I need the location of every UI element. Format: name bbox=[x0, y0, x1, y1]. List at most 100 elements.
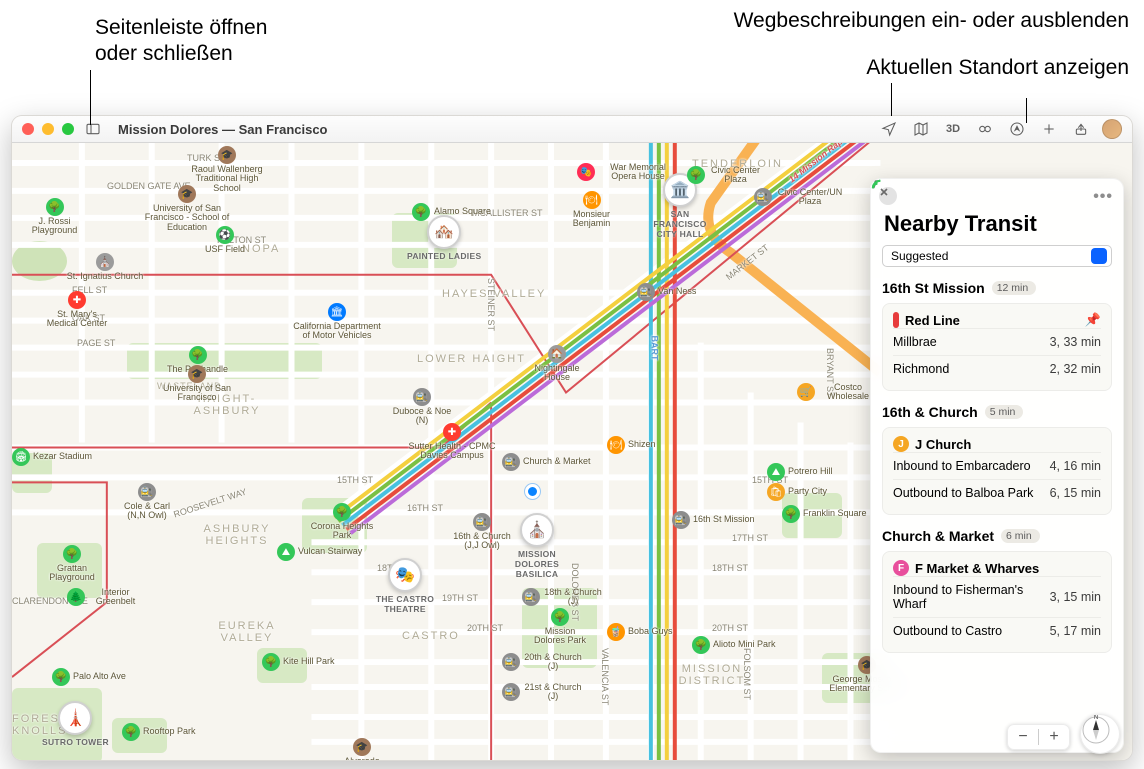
poi-vulcan[interactable]: ⛰Vulcan Stairway bbox=[277, 543, 362, 561]
sort-selector[interactable]: Suggested bbox=[882, 245, 1112, 267]
poi-opera[interactable]: 🎭War Memorial Opera House bbox=[577, 163, 678, 182]
close-window-button[interactable] bbox=[22, 123, 34, 135]
map-mode-button[interactable] bbox=[910, 119, 932, 139]
line-f[interactable]: FF Market & Wharves Inbound to Fisherman… bbox=[882, 551, 1112, 653]
directions-button[interactable] bbox=[1006, 119, 1028, 139]
poi-grattan[interactable]: 🌳Grattan Playground bbox=[42, 545, 102, 583]
poi-cpmc[interactable]: ✚Sutter Health - CPMC Davies Campus bbox=[407, 423, 497, 461]
j-badge: J bbox=[893, 436, 909, 452]
poi-potrero[interactable]: ⛰Potrero Hill bbox=[767, 463, 833, 481]
look-around-button[interactable] bbox=[974, 119, 996, 139]
minimize-window-button[interactable] bbox=[42, 123, 54, 135]
poi-civic-plaza[interactable]: 🌳Civic Center Plaza bbox=[687, 166, 763, 185]
st-valencia: VALENCIA ST bbox=[600, 648, 610, 705]
red-line-badge bbox=[893, 312, 899, 328]
poi-nightingale[interactable]: 🏠Nightingale House bbox=[527, 345, 587, 383]
poi-alioto[interactable]: 🌳Alioto Mini Park bbox=[692, 636, 776, 654]
dest-row[interactable]: Richmond2, 32 min bbox=[893, 355, 1101, 382]
current-location-dot bbox=[525, 484, 540, 499]
poi-dolores-park[interactable]: 🌳Mission Dolores Park bbox=[530, 608, 590, 646]
station-church-market: Church & Market 6 min FF Market & Wharve… bbox=[882, 528, 1112, 653]
sort-selector-label: Suggested bbox=[891, 249, 948, 263]
poi-kezar[interactable]: 🏟Kezar Stadium bbox=[12, 448, 92, 466]
zoom-out-button[interactable]: − bbox=[1008, 724, 1038, 750]
nearby-transit-card: ••• Nearby Transit Suggested 16th St Mis… bbox=[870, 178, 1124, 753]
poi-paloalto[interactable]: 🌳Palo Alto Ave bbox=[52, 668, 126, 686]
current-location-button[interactable] bbox=[878, 119, 900, 139]
poi-franklin[interactable]: 🌳Franklin Square bbox=[782, 505, 867, 523]
poi-usf-field[interactable]: ⚽USF Field bbox=[205, 226, 245, 254]
poi-party[interactable]: 🛍Party City bbox=[767, 483, 827, 501]
poi-stmarys[interactable]: ✚St. Mary's Medical Center bbox=[42, 291, 112, 329]
line-red[interactable]: Red Line 📌 Millbrae3, 33 min Richmond2, 3… bbox=[882, 303, 1112, 391]
st-15: 16TH ST bbox=[407, 503, 443, 513]
callout-sidebar: Seitenleiste öffnen oder schließen bbox=[95, 15, 315, 68]
poi-usf[interactable]: 🎓University of San Francisco bbox=[157, 365, 237, 403]
dest-row[interactable]: Inbound to Embarcadero4, 16 min bbox=[893, 452, 1101, 479]
st-16: 17TH ST bbox=[732, 533, 768, 543]
poi-corona[interactable]: 🌳Corona Heights Park bbox=[307, 503, 377, 541]
poi-16church[interactable]: 🚉16th & Church (J,J Owl) bbox=[447, 513, 517, 551]
st-19: 20TH ST bbox=[467, 623, 503, 633]
dest-row[interactable]: Inbound to Fisherman's Wharf3, 15 min bbox=[893, 576, 1101, 617]
poi-church-market[interactable]: 🚉Church & Market bbox=[502, 453, 591, 471]
area-castro: CASTRO bbox=[402, 630, 460, 642]
line-j[interactable]: JJ Church Inbound to Embarcadero4, 16 mi… bbox=[882, 427, 1112, 515]
poi-18church[interactable]: 🚉18th & Church (J) bbox=[522, 588, 603, 607]
poi-vanness[interactable]: 🚉Van Ness bbox=[637, 283, 696, 301]
3d-button[interactable]: 3D bbox=[942, 119, 964, 139]
poi-kitehill[interactable]: 🌳Kite Hill Park bbox=[262, 653, 335, 671]
poi-civic-un[interactable]: 🚉Civic Center/UN Plaza bbox=[754, 188, 845, 207]
share-button[interactable] bbox=[1070, 119, 1092, 139]
st-page: PAGE ST bbox=[77, 338, 115, 348]
poi-painted-ladies[interactable]: 🏘️PAINTED LADIES bbox=[407, 215, 481, 261]
f-badge: F bbox=[893, 560, 909, 576]
poi-duboce-noe[interactable]: 🚉Duboce & Noe (N) bbox=[387, 388, 457, 426]
st-folsom: FOLSOM ST bbox=[742, 648, 752, 700]
pin-icon[interactable]: 📌 bbox=[1085, 312, 1101, 328]
add-button[interactable] bbox=[1038, 119, 1060, 139]
poi-boba[interactable]: 🧋Boba Guys bbox=[607, 623, 673, 641]
poi-dmv[interactable]: 🏛California Department of Motor Vehicles bbox=[292, 303, 382, 341]
poi-rossi[interactable]: 🌳J. Rossi Playground bbox=[27, 198, 82, 236]
poi-20church[interactable]: 🚉20th & Church (J) bbox=[502, 653, 583, 672]
st-18: 19TH ST bbox=[442, 593, 478, 603]
poi-colecarl[interactable]: 🚉Cole & Carl (N,N Owl) bbox=[117, 483, 177, 521]
card-menu-button[interactable]: ••• bbox=[1093, 188, 1113, 206]
account-avatar[interactable] bbox=[1102, 119, 1122, 139]
area-mission: MISSION DISTRICT bbox=[672, 663, 752, 687]
poi-shizen[interactable]: 🍽Shizen bbox=[607, 436, 656, 454]
callout-location-text: Aktuellen Standort anzeigen bbox=[866, 56, 1129, 79]
poi-costco[interactable]: 🛒Costco Wholesale bbox=[797, 383, 878, 402]
dest-row[interactable]: Outbound to Castro5, 17 min bbox=[893, 617, 1101, 644]
poi-16mission[interactable]: 🚉16th St Mission bbox=[672, 511, 755, 529]
st-17b: 18TH ST bbox=[712, 563, 748, 573]
compass-button[interactable]: N bbox=[1080, 714, 1120, 754]
card-title: Nearby Transit bbox=[884, 211, 1112, 237]
poi-sutro-tower[interactable]: 🗼SUTRO TOWER bbox=[42, 701, 109, 747]
sidebar-toggle-button[interactable] bbox=[82, 119, 104, 139]
fullscreen-window-button[interactable] bbox=[62, 123, 74, 135]
poi-monsieur[interactable]: 🍽Monsieur Benjamin bbox=[564, 191, 619, 229]
poi-alamo[interactable]: 🌳Alamo Square bbox=[412, 203, 491, 221]
zoom-in-button[interactable]: + bbox=[1039, 724, 1069, 750]
zoom-control: − + bbox=[1007, 724, 1070, 750]
walk-badge: 12 min bbox=[992, 281, 1037, 295]
callout-location: Aktuellen Standort anzeigen bbox=[866, 55, 1129, 81]
map-canvas[interactable]: NOPA HAYES VALLEY TENDERLOIN LOWER HAIGH… bbox=[12, 143, 1132, 760]
walk-badge: 6 min bbox=[1001, 529, 1040, 543]
poi-rooftop[interactable]: 🌳Rooftop Park bbox=[122, 723, 196, 741]
station-16th-mission: 16th St Mission 12 min Red Line📌 Millbra… bbox=[882, 280, 1112, 391]
poi-castro-theatre[interactable]: 🎭THE CASTRO THEATRE bbox=[370, 558, 440, 614]
poi-21church[interactable]: 🚉21st & Church (J) bbox=[502, 683, 583, 702]
maps-window: Mission Dolores — San Francisco 3D bbox=[11, 115, 1133, 761]
dest-row[interactable]: Outbound to Balboa Park6, 15 min bbox=[893, 479, 1101, 506]
poi-interior[interactable]: 🌲Interior Greenbelt bbox=[67, 588, 143, 607]
dest-row[interactable]: Millbrae3, 33 min bbox=[893, 328, 1101, 355]
walk-badge: 5 min bbox=[985, 405, 1024, 419]
poi-ignatius[interactable]: ⛪St. Ignatius Church bbox=[65, 253, 145, 281]
line-label: Red Line bbox=[905, 313, 960, 328]
poi-alvarado[interactable]: 🎓Alvarado Elementary School bbox=[322, 738, 402, 760]
chevron-updown-icon bbox=[1091, 248, 1107, 264]
area-eureka: EUREKA VALLEY bbox=[212, 620, 282, 644]
